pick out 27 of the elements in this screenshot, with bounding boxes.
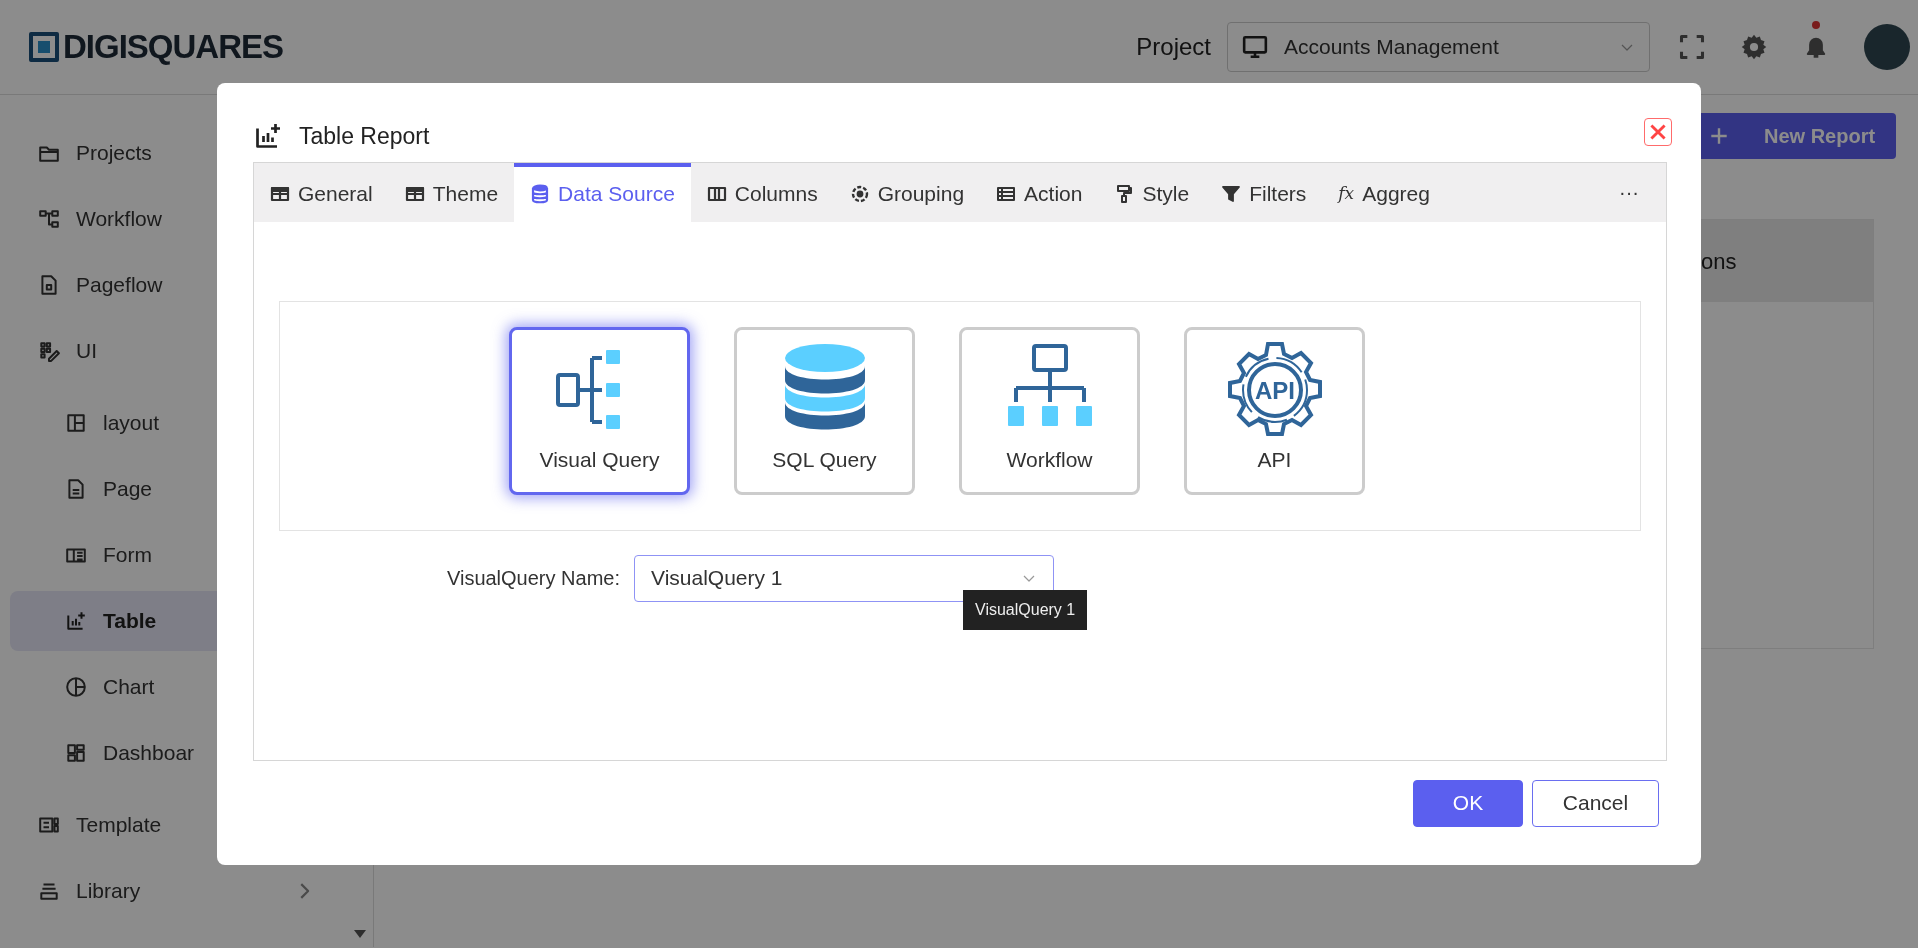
dialog-title: Table Report [299,122,430,151]
dialog-tab[interactable]: Data Source [514,162,691,222]
cancel-button[interactable]: Cancel [1532,779,1659,827]
column-heading: ons [1701,247,1737,276]
select-value: VisualQuery 1 [651,565,783,592]
tooltip: VisualQuery 1 [963,590,1088,630]
sidebar-item[interactable]: Dashboar [10,723,370,783]
sidebar-item[interactable]: Template [10,795,370,855]
function-icon: fx [1338,181,1355,207]
data-source-tile[interactable]: API API [1184,326,1365,495]
sidebar-item[interactable]: UI [10,321,370,381]
data-source-tile[interactable]: Workflow [959,326,1140,495]
query-name-select[interactable]: VisualQuery 1 [634,554,1054,602]
sidebar-item[interactable]: Page [10,459,370,519]
sidebar-item[interactable]: Chart [10,657,370,717]
sidebar-item[interactable]: layout [10,393,370,453]
sidebar-item[interactable]: Pageflow [10,255,370,315]
project-select[interactable]: Accounts Management [1227,22,1650,72]
ok-button[interactable]: OK [1413,779,1523,827]
data-source-tile[interactable]: Visual Query [509,326,690,495]
sidebar-item[interactable]: Form [10,525,370,585]
data-source-tile[interactable]: SQL Query [734,326,915,495]
project-value: Accounts Management [1284,34,1499,61]
field-label: VisualQuery Name: [445,566,621,591]
project-label: Project [1136,32,1211,62]
sidebar-item[interactable]: Library [10,861,370,921]
logo-text: DIGISQUARES [63,27,284,68]
